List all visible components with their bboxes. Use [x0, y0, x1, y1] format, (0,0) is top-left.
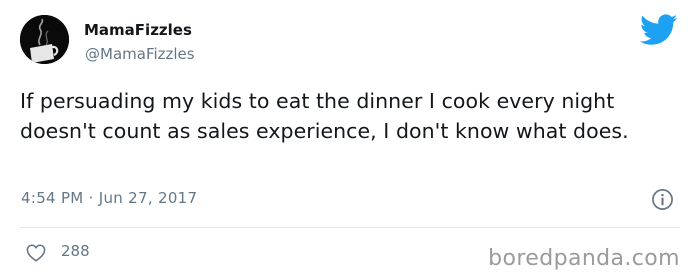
author-handle[interactable]: @MamaFizzles — [85, 45, 195, 63]
like-count[interactable]: 288 — [61, 242, 90, 260]
watermark: boredpanda.com — [488, 246, 680, 271]
avatar[interactable] — [20, 15, 69, 64]
divider — [20, 227, 680, 228]
steaming-mug-icon — [20, 15, 69, 64]
tweet-text: If persuading my kids to eat the dinner … — [20, 89, 629, 143]
author-display-name[interactable]: MamaFizzles — [84, 21, 192, 39]
info-icon[interactable] — [651, 188, 674, 211]
tweet-timestamp[interactable]: 4:54 PM · Jun 27, 2017 — [21, 189, 197, 207]
twitter-bird-icon[interactable] — [640, 14, 678, 46]
heart-icon[interactable] — [26, 244, 46, 262]
